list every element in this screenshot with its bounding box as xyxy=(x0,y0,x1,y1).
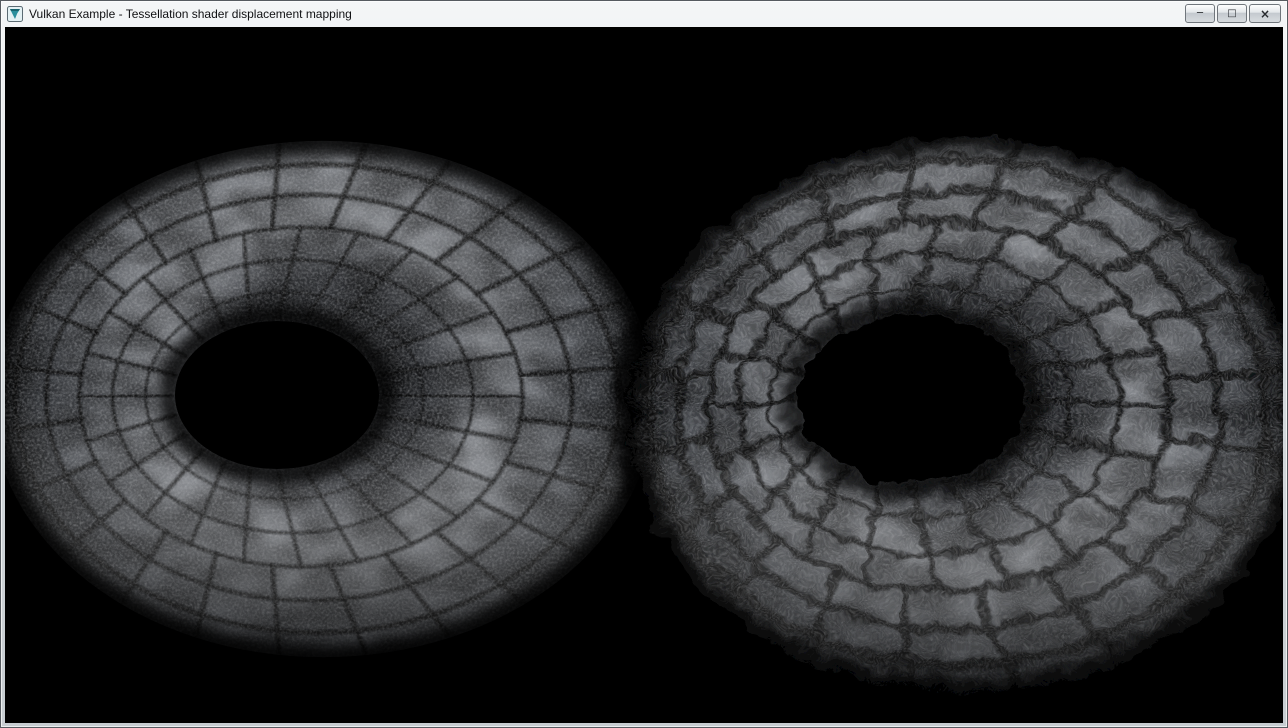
maximize-icon: □ xyxy=(1227,8,1236,19)
close-button[interactable]: × xyxy=(1249,4,1281,23)
app-window: Vulkan Example - Tessellation shader dis… xyxy=(0,0,1288,728)
render-viewport[interactable] xyxy=(5,27,1283,723)
window-title: Vulkan Example - Tessellation shader dis… xyxy=(29,7,352,21)
app-icon[interactable] xyxy=(7,6,23,22)
minimize-button[interactable]: ─ xyxy=(1185,4,1215,23)
close-icon: × xyxy=(1260,7,1270,21)
title-bar[interactable]: Vulkan Example - Tessellation shader dis… xyxy=(1,1,1287,27)
render-canvas[interactable] xyxy=(5,27,1283,723)
maximize-button[interactable]: □ xyxy=(1217,4,1247,23)
minimize-icon: ─ xyxy=(1197,8,1203,19)
window-controls: ─ □ × xyxy=(1185,4,1281,23)
